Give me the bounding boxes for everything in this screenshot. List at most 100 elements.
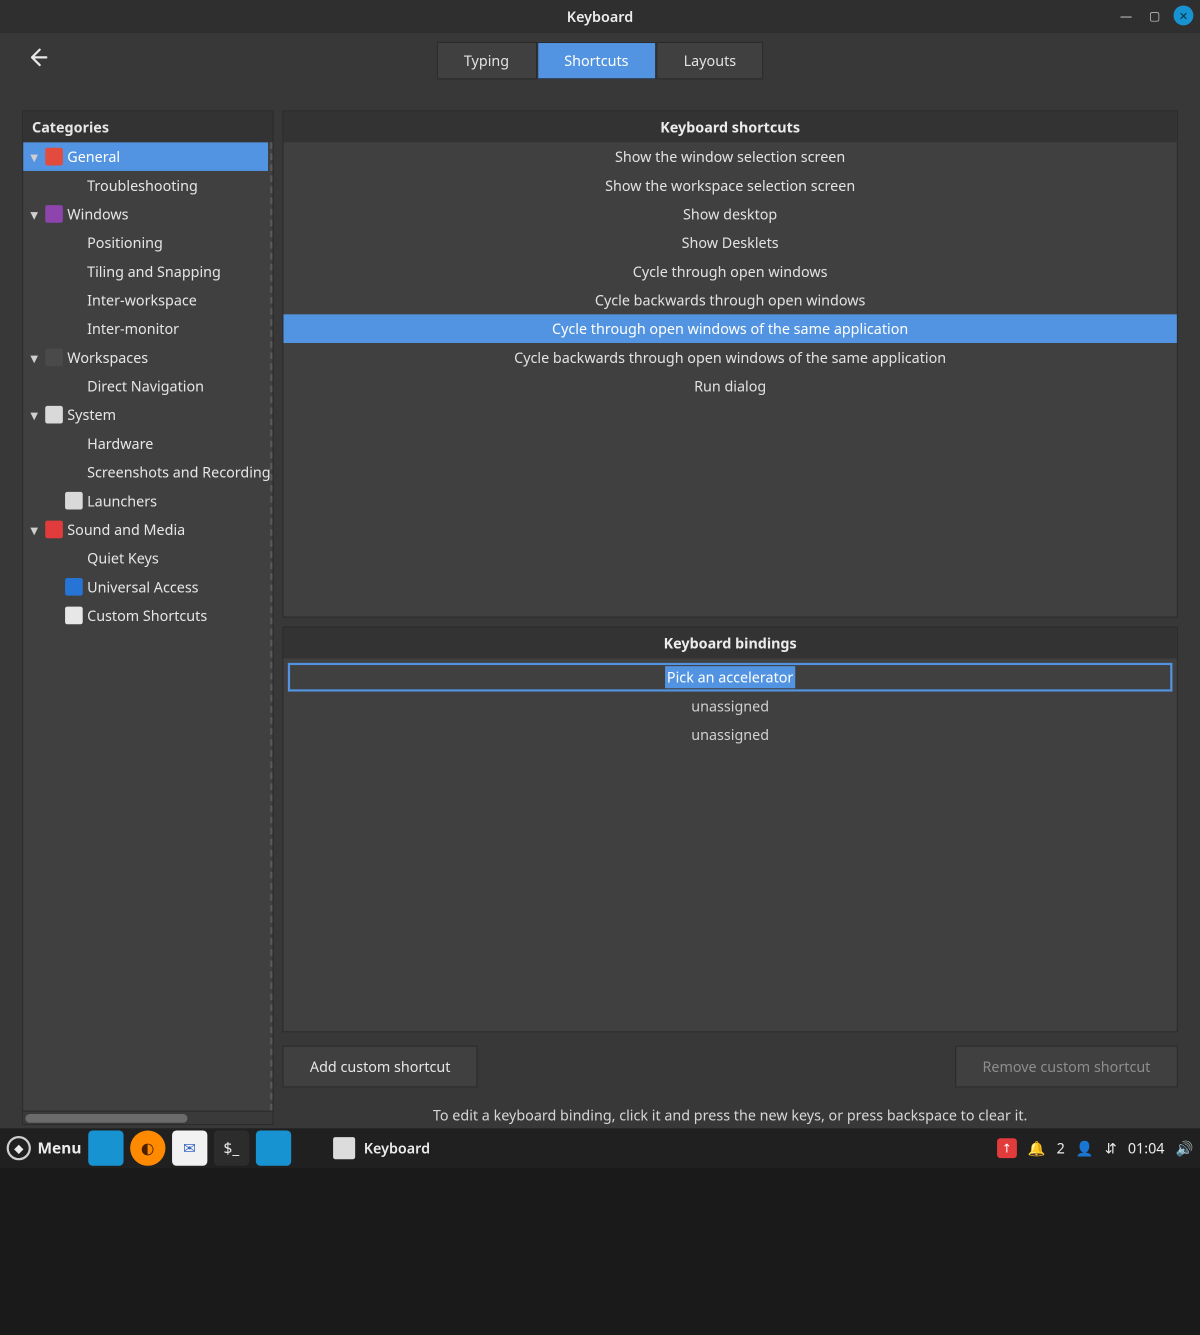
- workspaces-icon: [45, 349, 63, 367]
- shortcut-item[interactable]: Cycle backwards through open windows of …: [283, 343, 1176, 372]
- bindings-list[interactable]: Pick an accelerator unassigned unassigned: [283, 658, 1176, 1031]
- category-screenshots-and-recording[interactable]: Screenshots and Recording: [23, 458, 268, 487]
- taskbar: ◆ Menu ◐ ✉ $_ Keyboard ↑ 🔔 2 👤 ⇵ 01:04 🔊: [0, 1128, 1200, 1168]
- clock[interactable]: 01:04: [1128, 1138, 1165, 1158]
- keyboard-icon: [333, 1137, 355, 1159]
- category-system[interactable]: ▼ System: [23, 400, 268, 429]
- category-label: Inter-workspace: [87, 290, 197, 310]
- taskbar-app-keyboard[interactable]: Keyboard: [322, 1133, 441, 1164]
- binding-row[interactable]: unassigned: [288, 692, 1173, 721]
- file-manager-launcher[interactable]: [256, 1131, 291, 1166]
- category-troubleshooting[interactable]: Troubleshooting: [23, 171, 268, 200]
- category-universal-access[interactable]: Universal Access: [23, 572, 268, 601]
- shortcut-item[interactable]: Cycle backwards through open windows: [283, 286, 1176, 315]
- terminal-launcher[interactable]: $_: [214, 1131, 249, 1166]
- category-label: Positioning: [87, 233, 163, 253]
- category-positioning[interactable]: Positioning: [23, 228, 268, 257]
- general-icon: [45, 148, 63, 166]
- category-inter-workspace[interactable]: Inter-workspace: [23, 286, 268, 315]
- maximize-button[interactable]: ▢: [1145, 6, 1165, 26]
- tab-shortcuts[interactable]: Shortcuts: [537, 42, 656, 80]
- categories-sidebar: Categories ▼ General Troubleshooting ▼ Windo…: [22, 110, 273, 1125]
- category-hardware[interactable]: Hardware: [23, 429, 268, 458]
- hint-text: To edit a keyboard binding, click it and…: [282, 1096, 1178, 1125]
- category-label: Sound and Media: [67, 519, 185, 539]
- categories-tree[interactable]: ▼ General Troubleshooting ▼ Windows Positioni…: [23, 142, 272, 1110]
- binding-label: Pick an accelerator: [665, 666, 796, 688]
- category-label: Inter-monitor: [87, 319, 179, 339]
- shortcut-item[interactable]: Run dialog: [283, 372, 1176, 401]
- category-label: Windows: [67, 204, 128, 224]
- menu-label: Menu: [38, 1138, 82, 1159]
- shortcut-item[interactable]: Cycle through open windows of the same a…: [283, 314, 1176, 343]
- titlebar: Keyboard — ▢ ✕: [0, 0, 1200, 33]
- window-controls: — ▢ ✕: [1116, 6, 1193, 26]
- category-custom-shortcuts[interactable]: Custom Shortcuts: [23, 601, 268, 630]
- arrow-left-icon: [26, 46, 48, 68]
- binding-label: unassigned: [691, 696, 769, 716]
- category-quiet-keys[interactable]: Quiet Keys: [23, 544, 268, 573]
- taskbar-app-title: Keyboard: [364, 1138, 430, 1158]
- category-label: Universal Access: [87, 577, 198, 597]
- user-icon[interactable]: 👤: [1076, 1138, 1094, 1158]
- category-label: Screenshots and Recording: [87, 462, 270, 482]
- system-tray: ↑ 🔔 2 👤 ⇵ 01:04 🔊: [997, 1138, 1193, 1158]
- close-button[interactable]: ✕: [1174, 6, 1194, 26]
- sound-media-icon: [45, 521, 63, 539]
- remove-custom-shortcut-button: Remove custom shortcut: [955, 1046, 1178, 1088]
- tab-layouts[interactable]: Layouts: [656, 42, 764, 80]
- custom-shortcuts-icon: [65, 607, 83, 625]
- categories-header: Categories: [23, 111, 272, 142]
- chevron-down-icon: ▼: [28, 408, 41, 422]
- shortcut-item[interactable]: Cycle through open windows: [283, 257, 1176, 286]
- binding-row[interactable]: unassigned: [288, 720, 1173, 749]
- volume-icon[interactable]: 🔊: [1176, 1138, 1194, 1158]
- notifications-count: 2: [1057, 1138, 1065, 1158]
- category-label: Custom Shortcuts: [87, 606, 207, 626]
- binding-row[interactable]: Pick an accelerator: [288, 663, 1173, 692]
- network-icon[interactable]: ⇵: [1105, 1138, 1117, 1158]
- minimize-button[interactable]: —: [1116, 6, 1136, 26]
- chevron-down-icon: ▼: [28, 207, 41, 221]
- shortcut-item[interactable]: Show desktop: [283, 200, 1176, 229]
- category-inter-monitor[interactable]: Inter-monitor: [23, 314, 268, 343]
- shortcut-item[interactable]: Show Desklets: [283, 228, 1176, 257]
- binding-label: unassigned: [691, 725, 769, 745]
- mail-launcher[interactable]: ✉: [172, 1131, 207, 1166]
- category-label: System: [67, 405, 116, 425]
- category-direct-navigation[interactable]: Direct Navigation: [23, 372, 268, 401]
- firefox-launcher[interactable]: ◐: [130, 1131, 165, 1166]
- add-custom-shortcut-button[interactable]: Add custom shortcut: [282, 1046, 478, 1088]
- category-windows[interactable]: ▼ Windows: [23, 200, 268, 229]
- category-sound-and-media[interactable]: ▼ Sound and Media: [23, 515, 268, 544]
- category-workspaces[interactable]: ▼Workspaces: [23, 343, 268, 372]
- files-launcher[interactable]: [88, 1131, 123, 1166]
- scrollbar-thumb[interactable]: [25, 1113, 187, 1122]
- settings-window: Keyboard — ▢ ✕ TypingShortcutsLayouts Ca…: [0, 0, 1200, 1168]
- back-button[interactable]: [18, 41, 58, 74]
- tabs-row: TypingShortcutsLayouts: [0, 33, 1200, 88]
- horizontal-scrollbar[interactable]: [23, 1111, 272, 1124]
- category-label: Troubleshooting: [87, 175, 198, 195]
- menu-button[interactable]: ◆ Menu: [7, 1136, 82, 1160]
- launchers-icon: [65, 492, 83, 510]
- chevron-down-icon: ▼: [28, 149, 41, 163]
- shortcut-item[interactable]: Show the workspace selection screen: [283, 171, 1176, 200]
- tab-typing[interactable]: Typing: [436, 42, 536, 80]
- category-tiling-and-snapping[interactable]: Tiling and Snapping: [23, 257, 268, 286]
- chevron-down-icon: ▼: [28, 522, 41, 536]
- update-manager-icon[interactable]: ↑: [997, 1138, 1017, 1158]
- bindings-header: Keyboard bindings: [283, 628, 1176, 659]
- category-label: Quiet Keys: [87, 548, 159, 568]
- shortcuts-list[interactable]: Show the window selection screenShow the…: [283, 142, 1176, 400]
- category-general[interactable]: ▼ General: [23, 142, 268, 171]
- shortcuts-panel: Keyboard shortcuts Show the window selec…: [282, 110, 1178, 617]
- notifications-icon[interactable]: 🔔: [1028, 1138, 1046, 1158]
- shortcut-item[interactable]: Show the window selection screen: [283, 142, 1176, 171]
- system-icon: [45, 406, 63, 424]
- windows-icon: [45, 205, 63, 223]
- category-label: General: [67, 147, 120, 167]
- menu-icon: ◆: [7, 1136, 31, 1160]
- category-launchers[interactable]: Launchers: [23, 486, 268, 515]
- universal-access-icon: [65, 578, 83, 596]
